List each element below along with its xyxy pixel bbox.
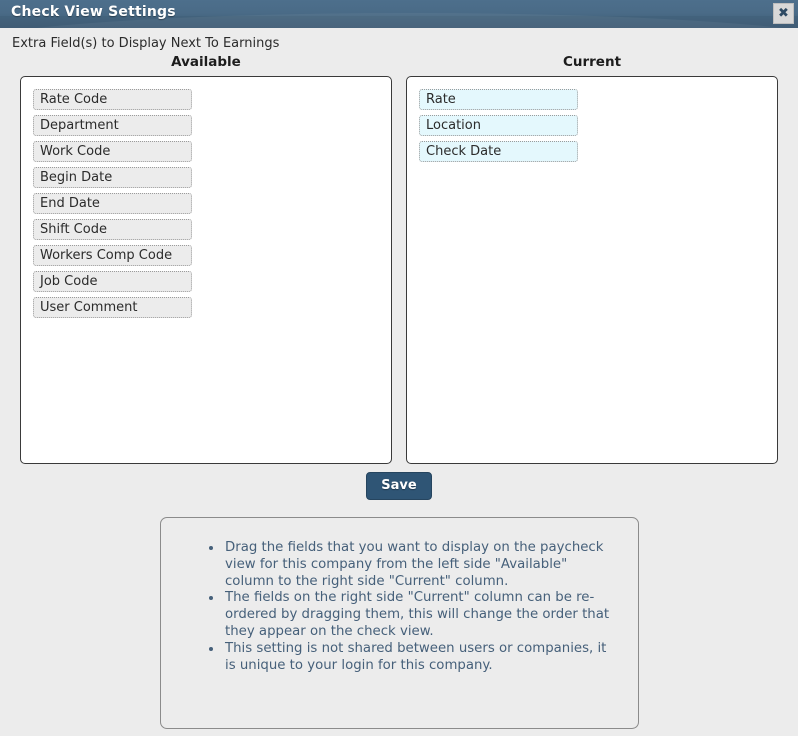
list-item[interactable]: Begin Date [33, 167, 192, 188]
available-panel[interactable]: Rate Code Department Work Code Begin Dat… [20, 76, 392, 464]
list-item[interactable]: Job Code [33, 271, 192, 292]
save-button[interactable]: Save [366, 472, 432, 500]
instructions-list: Drag the fields that you want to display… [161, 518, 638, 674]
list-item: This setting is not shared between users… [223, 641, 620, 675]
list-item[interactable]: End Date [33, 193, 192, 214]
available-column-header: Available [171, 54, 241, 70]
list-item[interactable]: Workers Comp Code [33, 245, 192, 266]
list-item[interactable]: Location [419, 115, 578, 136]
current-panel[interactable]: Rate Location Check Date [406, 76, 778, 464]
list-item[interactable]: Department [33, 115, 192, 136]
list-item: The fields on the right side "Current" c… [223, 590, 620, 640]
available-list[interactable]: Rate Code Department Work Code Begin Dat… [21, 77, 391, 318]
list-item[interactable]: Rate [419, 89, 578, 110]
save-button-container: Save [0, 472, 798, 500]
instructions-box: Drag the fields that you want to display… [160, 517, 639, 729]
dialog-title-bar: Check View Settings ✖ [0, 0, 798, 28]
list-item[interactable]: Check Date [419, 141, 578, 162]
current-column-header: Current [562, 54, 622, 70]
list-item[interactable]: Shift Code [33, 219, 192, 240]
list-item[interactable]: Rate Code [33, 89, 192, 110]
current-list[interactable]: Rate Location Check Date [407, 77, 777, 162]
close-button[interactable]: ✖ [773, 3, 794, 24]
dialog-subtitle: Extra Field(s) to Display Next To Earnin… [12, 36, 280, 51]
close-icon: ✖ [778, 6, 789, 21]
list-item[interactable]: Work Code [33, 141, 192, 162]
dialog-title: Check View Settings [11, 4, 176, 20]
list-item: Drag the fields that you want to display… [223, 540, 620, 590]
list-item[interactable]: User Comment [33, 297, 192, 318]
